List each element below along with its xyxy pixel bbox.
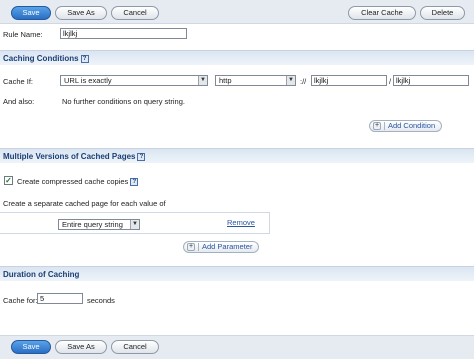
and-also-text: No further conditions on query string. xyxy=(62,97,185,106)
cancel-button[interactable]: Cancel xyxy=(111,340,159,354)
seconds-field[interactable] xyxy=(37,293,83,304)
separate-page-label: Create a separate cached page for each v… xyxy=(3,199,166,208)
plus-icon: + xyxy=(373,122,381,131)
duration-title: Duration of Caching xyxy=(3,270,80,279)
help-icon[interactable]: ? xyxy=(130,178,139,187)
divider xyxy=(198,243,199,252)
delete-button[interactable]: Delete xyxy=(420,6,465,20)
save-button[interactable]: Save xyxy=(11,6,51,20)
cancel-button[interactable]: Cancel xyxy=(111,6,159,20)
host-field[interactable] xyxy=(311,75,387,86)
save-button[interactable]: Save xyxy=(11,340,51,354)
protocol-select[interactable]: http ▼ xyxy=(215,75,296,86)
clear-cache-button[interactable]: Clear Cache xyxy=(348,6,416,20)
help-icon[interactable]: ? xyxy=(137,152,146,161)
add-parameter-label: Add Parameter xyxy=(202,242,253,251)
scheme-separator: :// xyxy=(300,77,307,86)
query-select[interactable]: Entire query string ▼ xyxy=(58,219,140,230)
seconds-label: seconds xyxy=(87,296,115,305)
caching-conditions-title: Caching Conditions xyxy=(3,54,79,63)
add-parameter-button[interactable]: + Add Parameter xyxy=(183,241,260,253)
path-field[interactable] xyxy=(393,75,469,86)
duration-header: Duration of Caching xyxy=(0,266,474,281)
compress-label-text: Create compressed cache copies xyxy=(17,177,129,186)
chevron-down-icon: ▼ xyxy=(286,76,295,85)
query-select-value: Entire query string xyxy=(62,220,123,229)
versions-title: Multiple Versions of Cached Pages xyxy=(3,152,136,161)
save-as-button[interactable]: Save As xyxy=(55,6,107,20)
help-icon[interactable]: ? xyxy=(80,54,89,63)
cache-for-label: Cache for: xyxy=(3,296,38,305)
chevron-down-icon: ▼ xyxy=(130,220,139,229)
and-also-label: And also: xyxy=(3,97,35,106)
add-condition-button[interactable]: + Add Condition xyxy=(369,120,443,132)
chevron-down-icon: ▼ xyxy=(198,76,207,85)
save-as-button[interactable]: Save As xyxy=(55,340,107,354)
bottom-toolbar: Save Save As Cancel xyxy=(0,335,474,359)
caching-conditions-header: Caching Conditions? xyxy=(0,50,474,65)
remove-link[interactable]: Remove xyxy=(227,218,255,227)
rule-name-label: Rule Name: xyxy=(3,30,43,39)
plus-icon: + xyxy=(187,243,195,252)
condition-select-value: URL is exactly xyxy=(64,76,112,85)
divider xyxy=(384,122,385,131)
top-toolbar: Save Save As Cancel Clear Cache Delete xyxy=(0,0,474,24)
cache-if-label: Cache If: xyxy=(3,77,34,86)
add-condition-label: Add Condition xyxy=(388,121,436,130)
path-separator: / xyxy=(389,77,392,86)
compress-checkbox[interactable]: ✓ xyxy=(4,176,13,185)
condition-select[interactable]: URL is exactly ▼ xyxy=(60,75,208,86)
protocol-select-value: http xyxy=(219,76,232,85)
rule-name-field[interactable] xyxy=(60,28,187,39)
versions-header: Multiple Versions of Cached Pages? xyxy=(0,148,474,163)
compress-label: Create compressed cache copies? xyxy=(17,177,139,187)
